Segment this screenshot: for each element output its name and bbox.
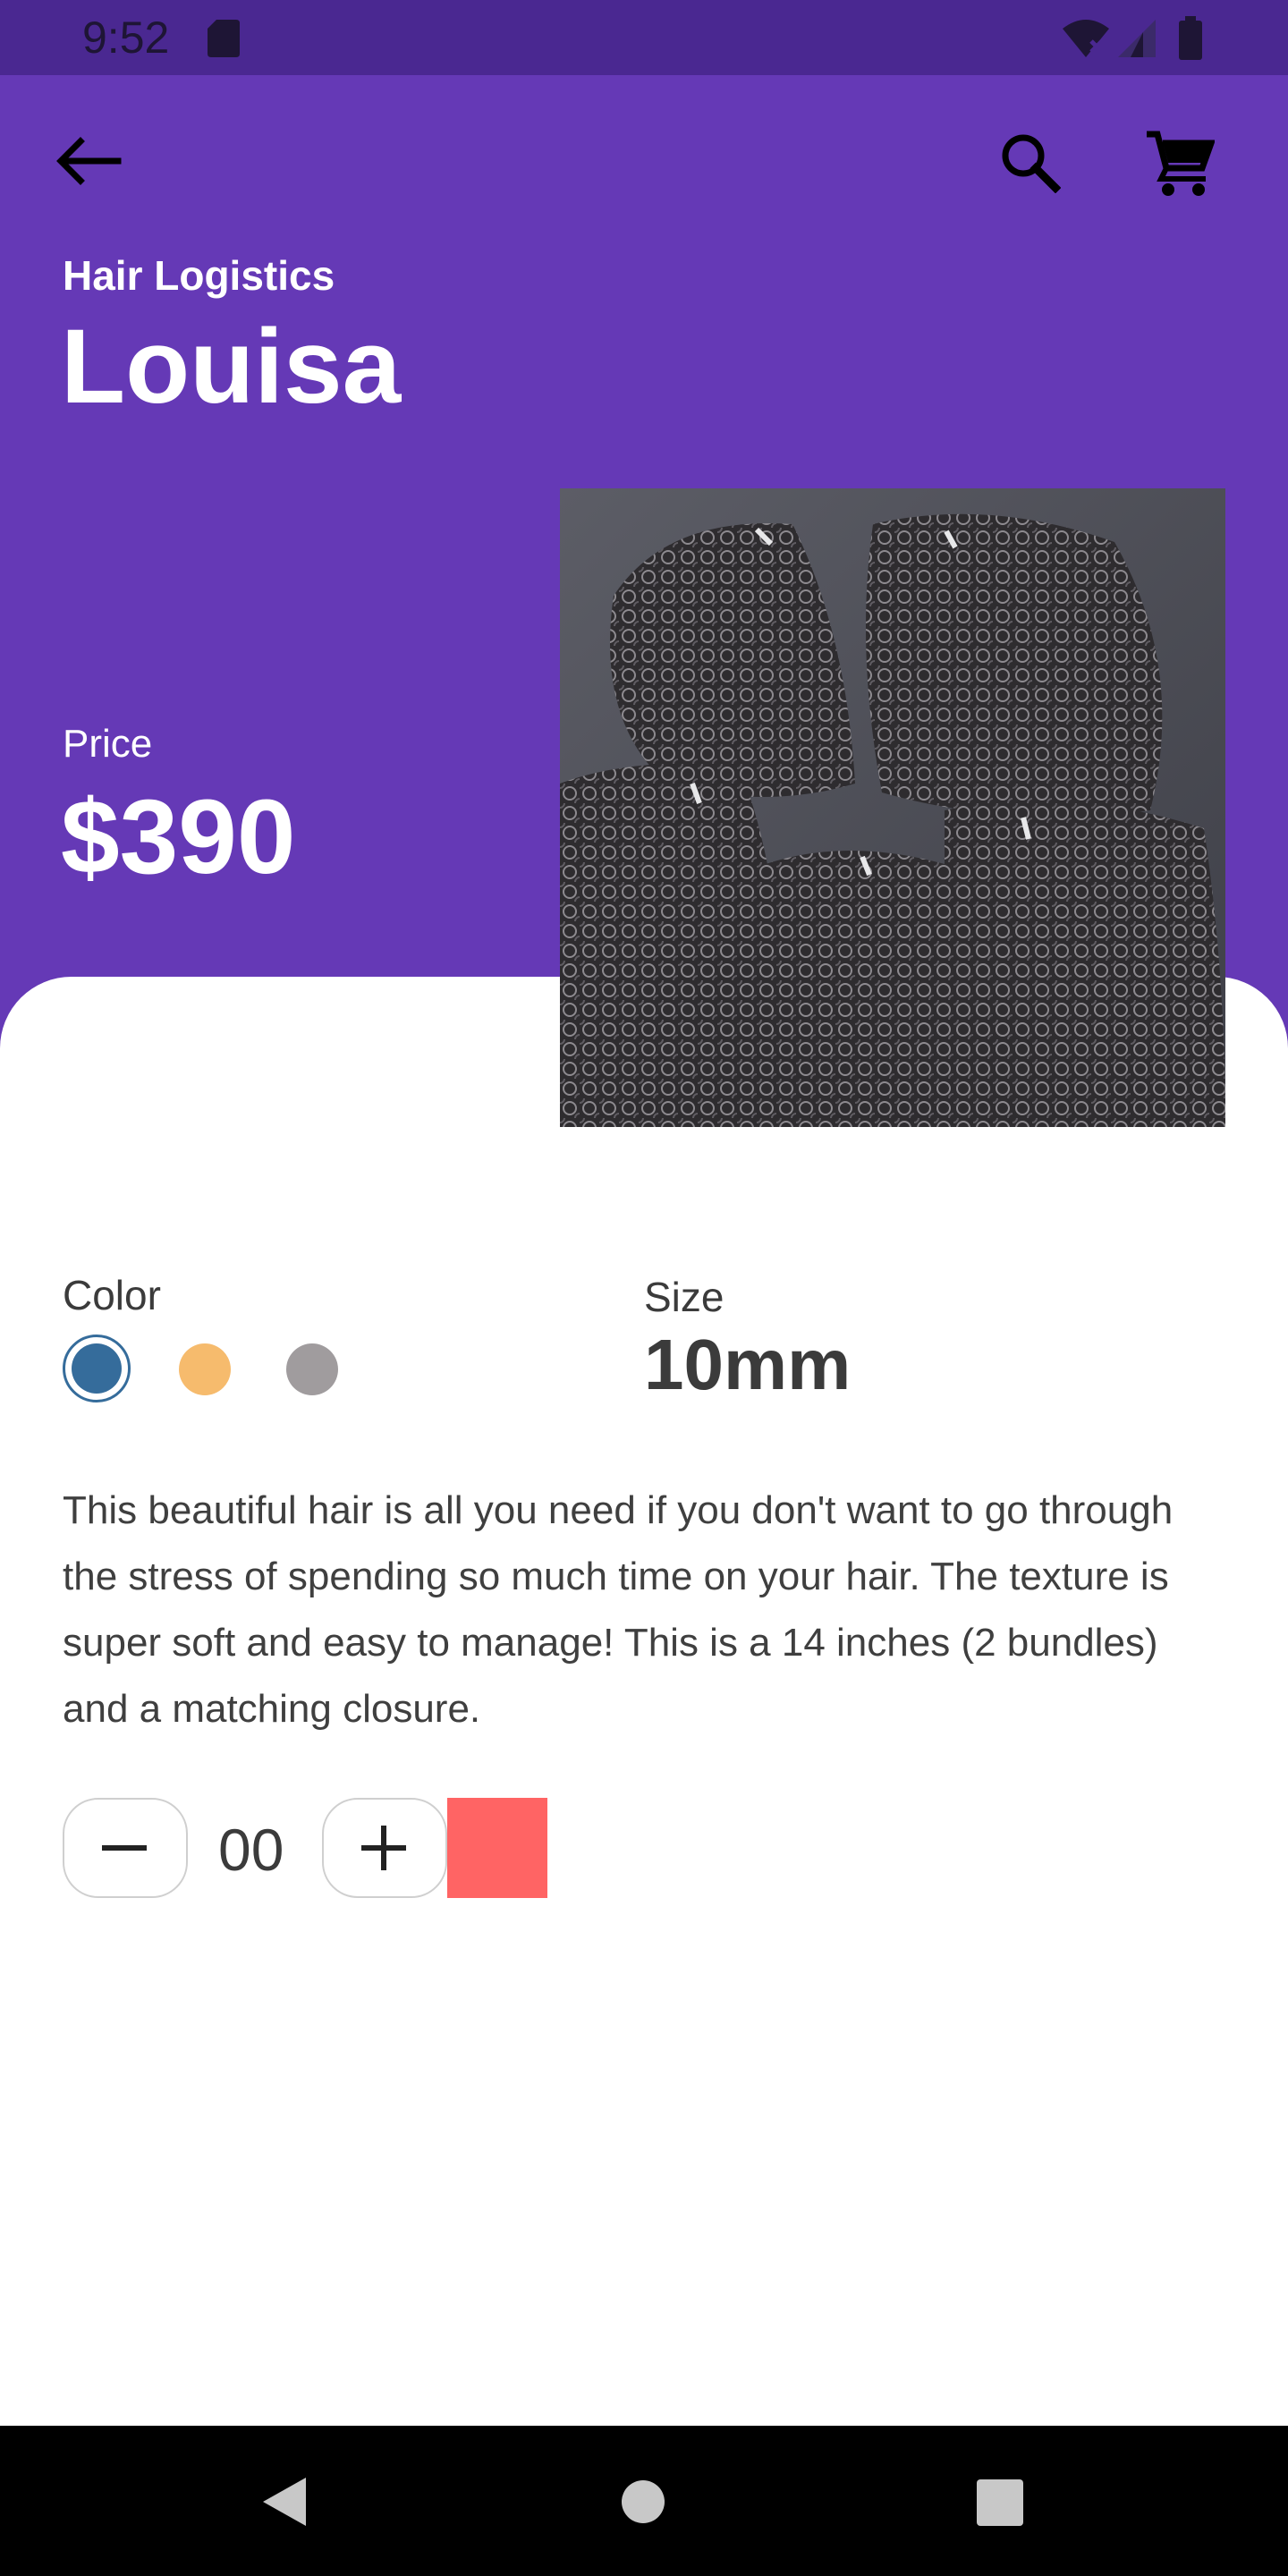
size-value: 10mm <box>644 1325 852 1404</box>
system-navigation-bar <box>0 2426 1288 2576</box>
shopping-cart-icon[interactable] <box>1143 127 1215 199</box>
status-time: 9:52 <box>82 13 170 63</box>
status-bar: 9:52 <box>0 0 1288 75</box>
sd-card-icon <box>208 20 240 57</box>
product-title: Louisa <box>61 308 402 426</box>
product-image <box>560 488 1225 1127</box>
size-label: Size <box>644 1274 724 1320</box>
nav-recents-icon[interactable] <box>977 2479 1023 2526</box>
quantity-increment-button[interactable] <box>322 1798 447 1898</box>
battery-icon <box>1179 16 1202 60</box>
color-swatch-blue[interactable] <box>72 1343 122 1394</box>
add-to-cart-button[interactable] <box>447 1798 547 1898</box>
plus-icon <box>361 1826 406 1870</box>
quantity-decrement-button[interactable] <box>63 1798 188 1898</box>
arrow-left-icon[interactable] <box>54 136 122 186</box>
product-detail-screen: 9:52 Hair Logistics Louisa Price $390 Co… <box>0 0 1288 2576</box>
color-swatch-gray[interactable] <box>286 1343 338 1395</box>
price-value: $390 <box>61 778 296 896</box>
price-label: Price <box>63 722 153 766</box>
nav-home-icon[interactable] <box>621 2479 665 2524</box>
color-swatch-orange[interactable] <box>179 1343 231 1395</box>
hair-bundles-image <box>560 488 1225 1127</box>
color-label: Color <box>63 1272 161 1318</box>
signal-icon <box>1118 20 1156 57</box>
nav-back-icon[interactable] <box>259 2476 309 2528</box>
wifi-icon <box>1063 20 1109 57</box>
quantity-value: 00 <box>218 1817 284 1883</box>
brand-name: Hair Logistics <box>63 252 335 299</box>
minus-icon <box>102 1845 147 1851</box>
product-description: This beautiful hair is all you need if y… <box>63 1488 1174 1731</box>
search-icon[interactable] <box>1000 132 1061 193</box>
